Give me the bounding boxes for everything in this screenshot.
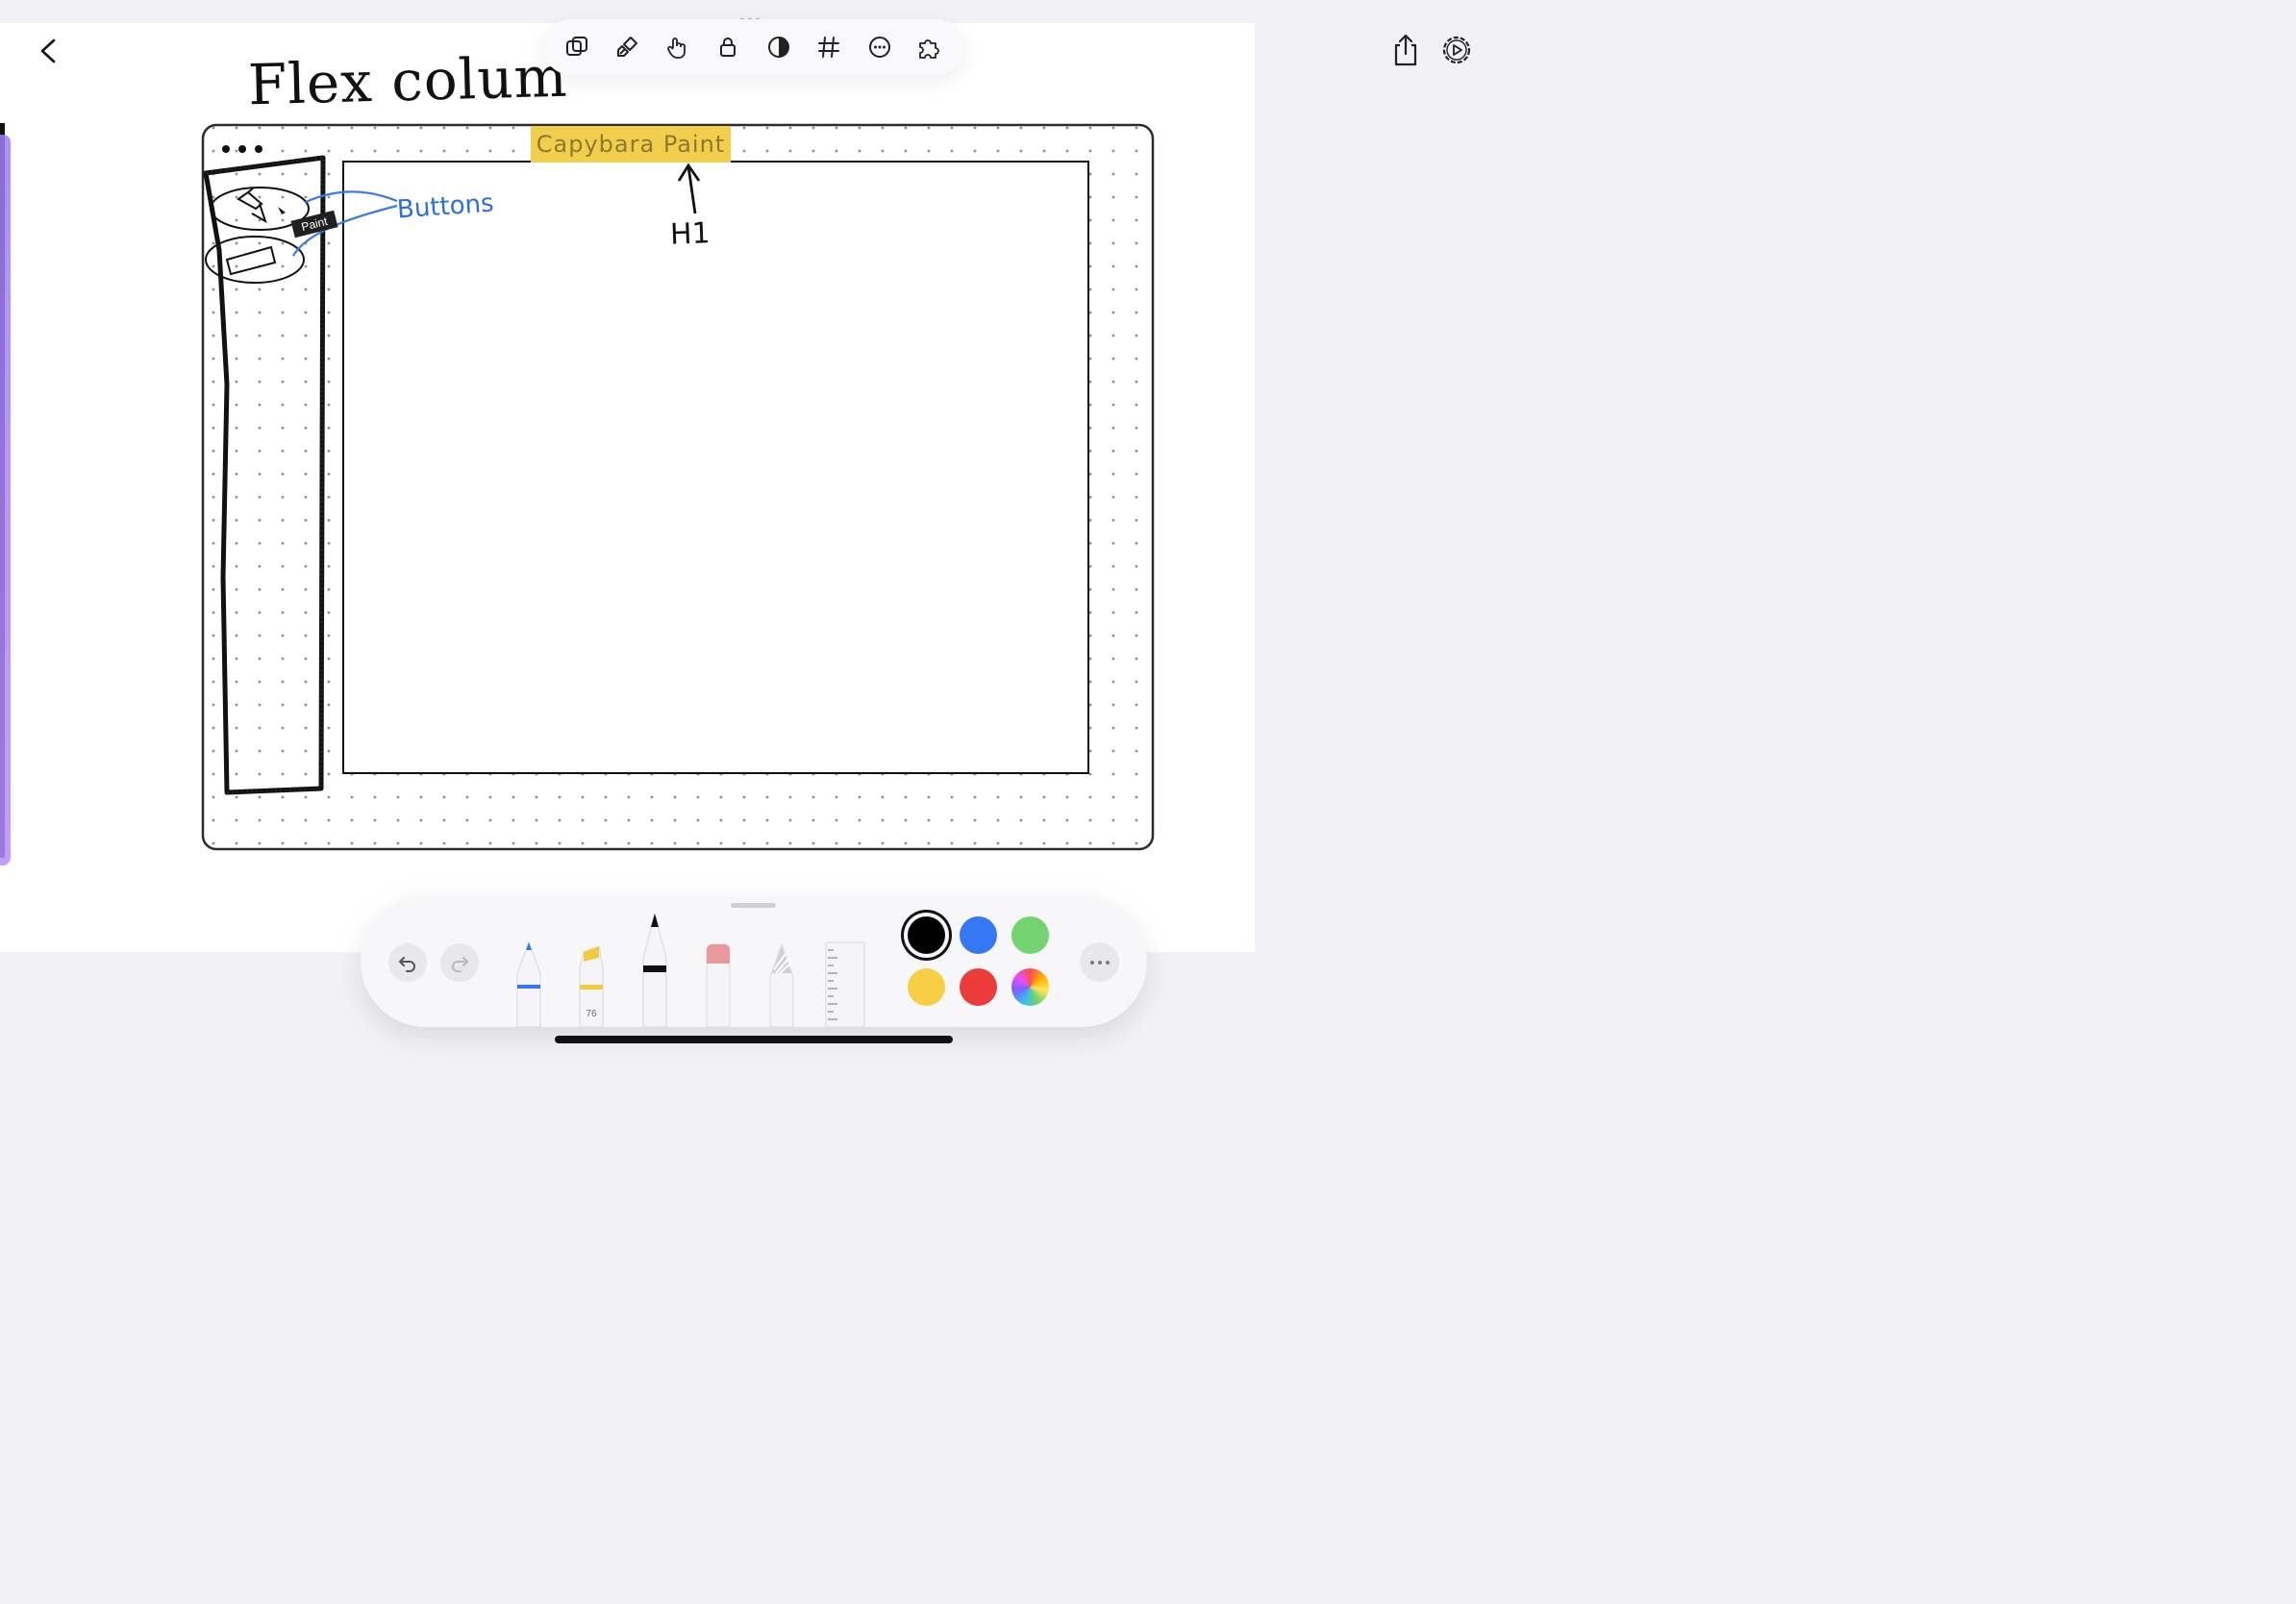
color-picker-wheel[interactable] (1011, 968, 1049, 1006)
more-circle-icon (869, 37, 890, 58)
top-toolbar (543, 19, 964, 75)
settings-button[interactable] (1439, 33, 1474, 67)
highlighter-tool[interactable]: 76 (566, 935, 616, 1027)
pencil-tool[interactable] (757, 935, 807, 1027)
sketch-title: Flex colum (247, 43, 569, 118)
color-swatch-green[interactable] (1011, 916, 1049, 954)
more-options-button[interactable] (865, 33, 894, 62)
shapes-icon (566, 37, 587, 56)
eraser-tool[interactable] (693, 935, 743, 1027)
lock-icon (720, 38, 736, 57)
brush-button[interactable] (612, 33, 641, 62)
share-button[interactable] (1388, 33, 1423, 67)
touch-mode-button[interactable] (662, 33, 691, 62)
brush-icon (617, 37, 637, 57)
pen-icon (516, 940, 541, 1027)
ruler-icon (825, 941, 865, 1027)
grid-button[interactable] (814, 33, 843, 62)
marker-tool[interactable] (630, 914, 680, 1027)
color-swatch-black[interactable] (908, 916, 945, 954)
palette-grabber[interactable] (731, 903, 776, 908)
ruler-tool[interactable] (820, 935, 870, 1027)
pen-tool[interactable] (504, 935, 554, 1027)
color-swatch-yellow[interactable] (908, 968, 945, 1006)
shapes-button[interactable] (562, 33, 591, 62)
eraser-icon (706, 943, 731, 1027)
puzzle-icon (919, 39, 939, 59)
plugins-button[interactable] (914, 33, 943, 62)
pencil-icon (769, 942, 794, 1027)
contrast-button[interactable] (764, 33, 793, 62)
redo-icon (452, 957, 468, 972)
side-edge-highlight (0, 135, 11, 865)
undo-button[interactable] (388, 943, 427, 982)
gear-play-icon (1442, 36, 1471, 64)
share-icon (1394, 34, 1417, 66)
sketch-h1-tag: Capybara Paint (531, 126, 731, 163)
chevron-left-icon (40, 38, 56, 63)
color-swatch-blue[interactable] (960, 916, 997, 954)
back-button[interactable] (33, 35, 65, 67)
lock-button[interactable] (713, 33, 742, 62)
sketch-h1-annotation: H1 (669, 216, 711, 252)
color-swatch-red[interactable] (960, 968, 997, 1006)
hand-pointer-icon (667, 38, 686, 59)
redo-button[interactable] (440, 943, 479, 982)
tool-palette: 76 (361, 896, 1147, 1027)
highlighter-size: 76 (586, 1009, 597, 1019)
undo-icon (399, 957, 415, 972)
marker-icon (642, 914, 667, 1027)
palette-more-button[interactable] (1080, 942, 1119, 982)
grid-icon (818, 37, 839, 58)
contrast-icon (768, 37, 789, 58)
home-indicator (555, 1036, 953, 1043)
